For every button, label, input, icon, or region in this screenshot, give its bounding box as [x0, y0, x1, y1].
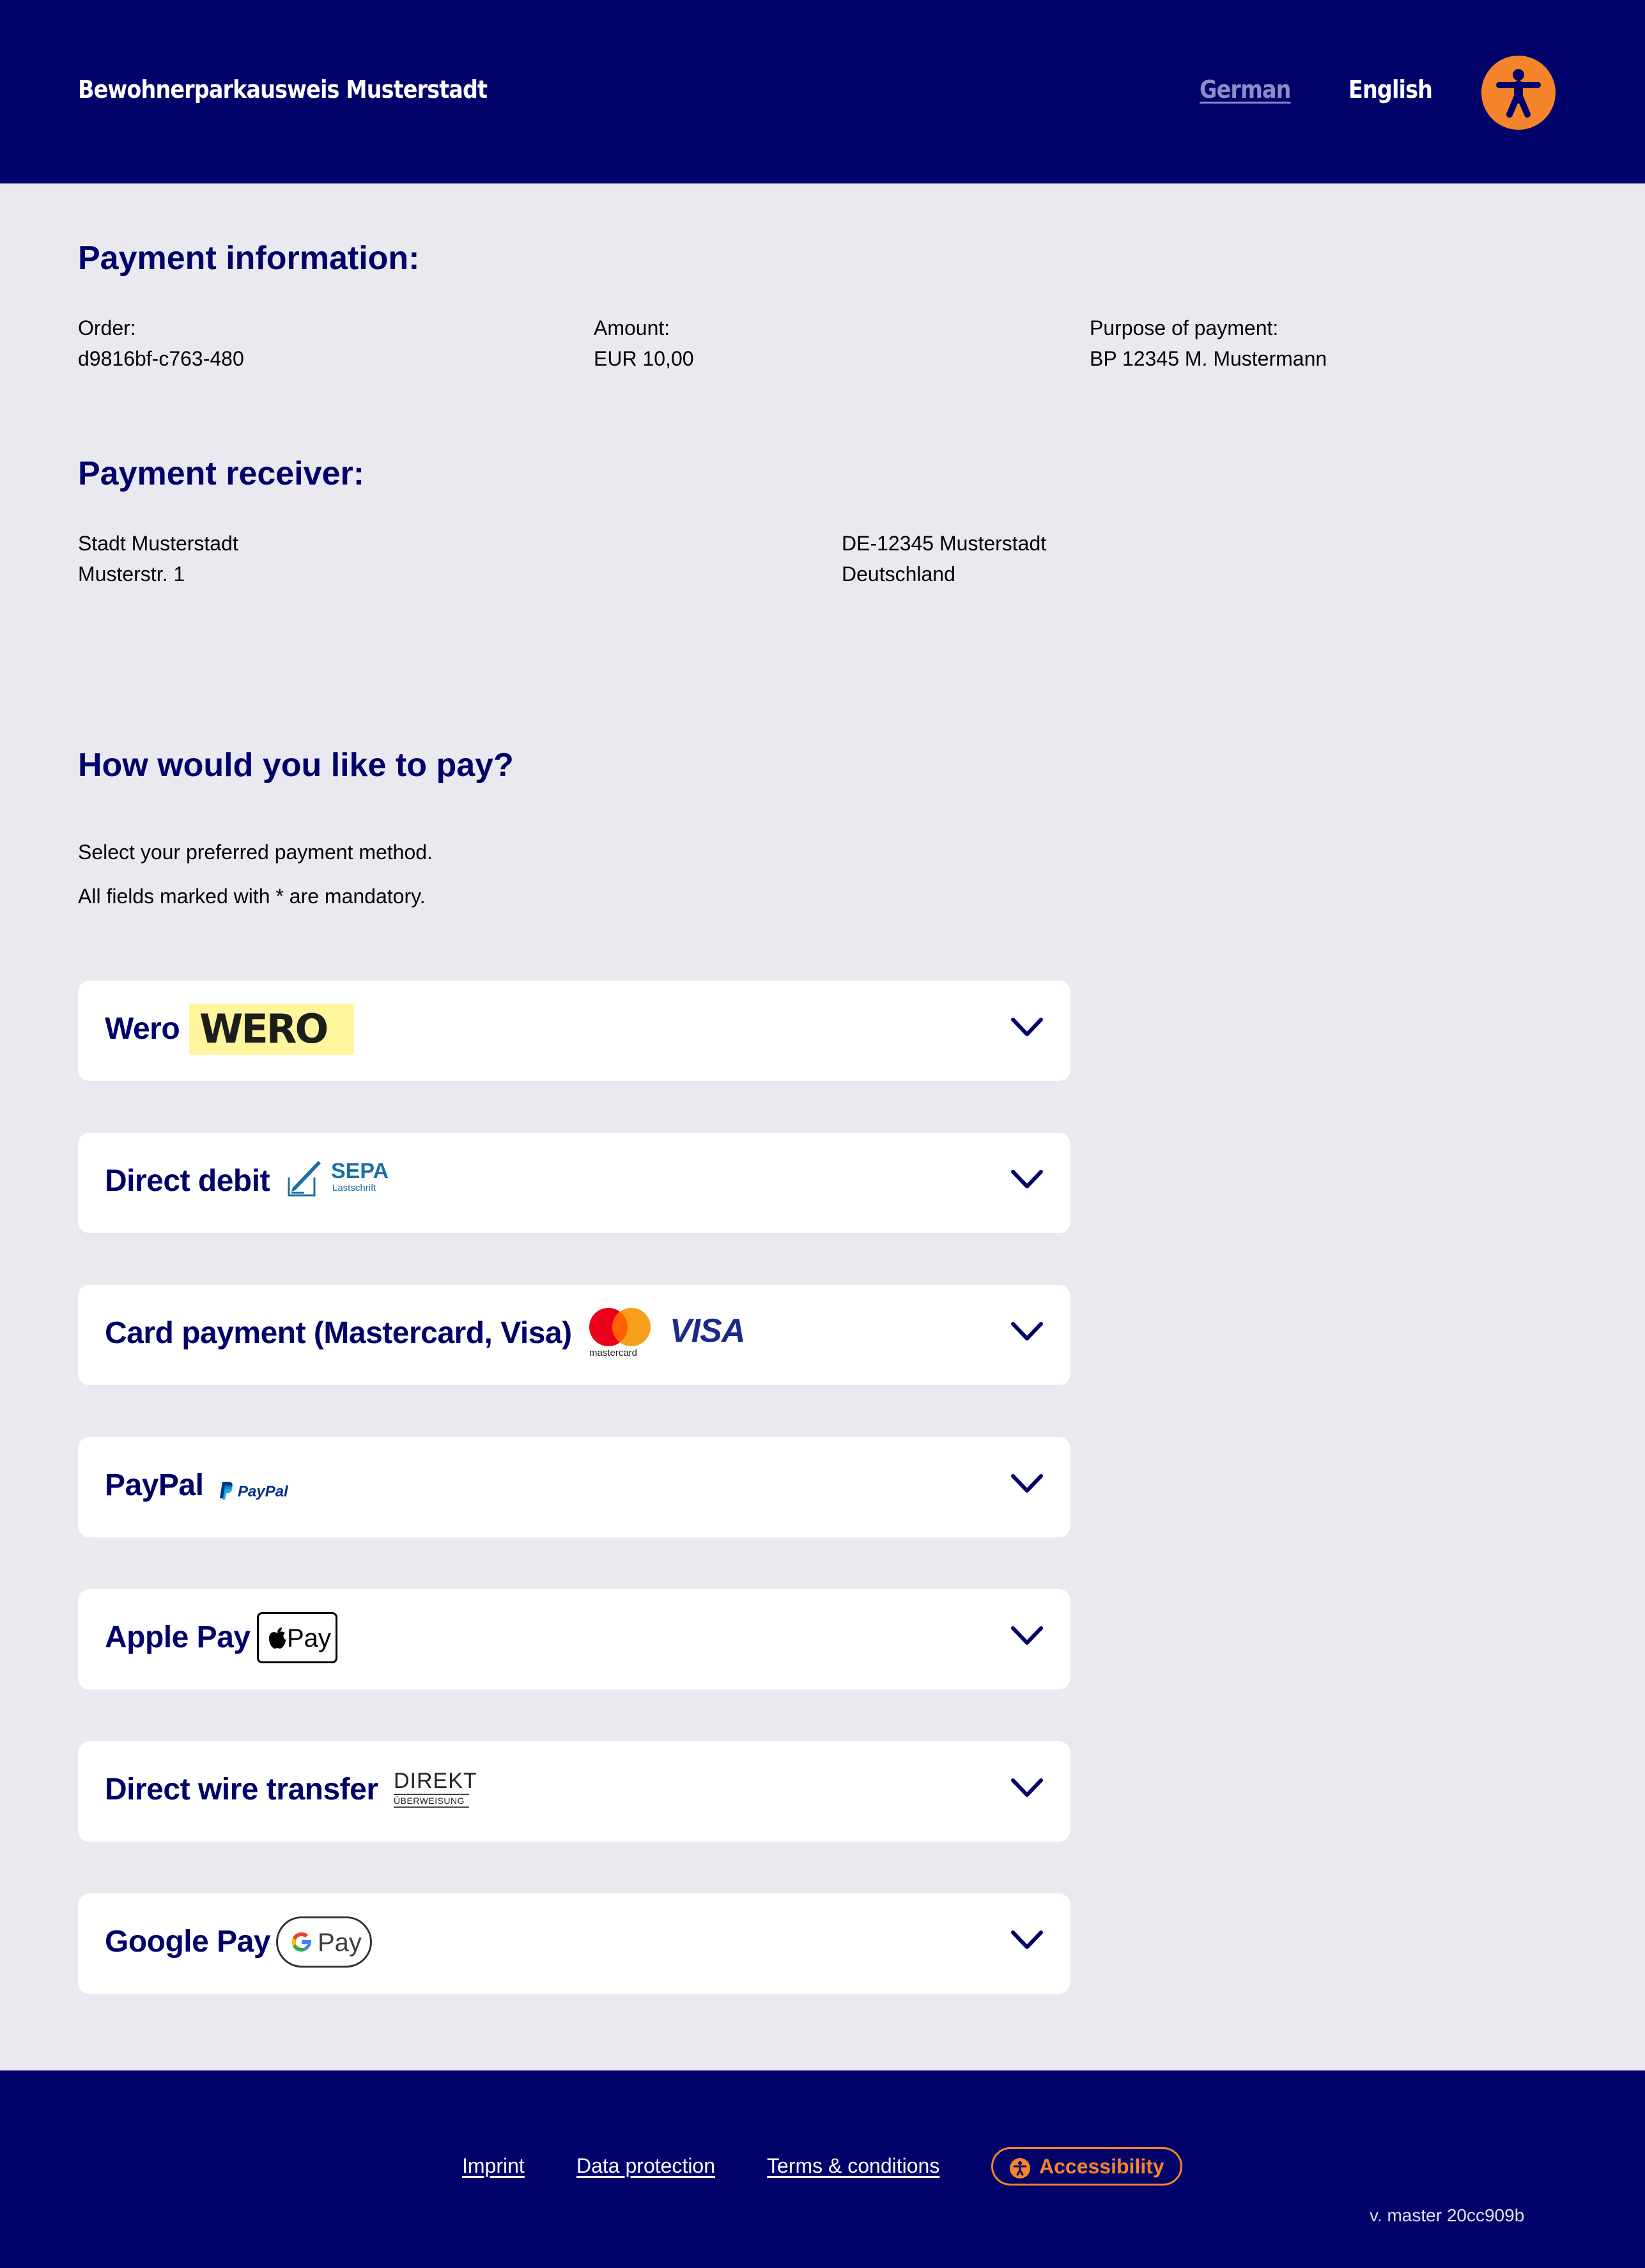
chevron-down-icon[interactable] [1010, 1929, 1044, 1951]
chevron-down-icon[interactable] [1010, 1625, 1044, 1647]
language-german-link[interactable]: German [1200, 75, 1291, 104]
apple-icon [269, 1627, 286, 1649]
wero-logo-text: WERO [199, 1006, 328, 1052]
paypal-logo: PayPal [219, 1480, 302, 1503]
payment-instruction: Select your preferred payment method. [78, 841, 433, 864]
payment-method-heading: How would you like to pay? [78, 747, 514, 784]
payment-option-direct-wire-transfer[interactable]: Direct wire transfer DIREKT ÜBERWEISUNG [78, 1741, 1070, 1842]
payment-option-label: Google Pay [105, 1925, 271, 1959]
accessibility-person-icon [1496, 69, 1541, 118]
order-label: Order: [78, 316, 136, 339]
wero-logo: WERO [189, 1004, 354, 1055]
payment-option-paypal[interactable]: PayPal PayPal [78, 1437, 1070, 1537]
purpose-label: Purpose of payment: [1090, 316, 1279, 339]
visa-logo: VISA [670, 1312, 745, 1349]
payment-option-card[interactable]: Card payment (Mastercard, Visa) masterca… [78, 1285, 1070, 1385]
apple-pay-logo: Pay [257, 1612, 337, 1663]
imprint-link[interactable]: Imprint [462, 2154, 525, 2178]
sepa-logo: SEPA Lastschrift [286, 1158, 389, 1199]
payment-option-label: Direct debit [105, 1164, 270, 1198]
accessibility-link-label: Accessibility [1039, 2155, 1164, 2178]
direkt-ueberweisung-logo: DIREKT ÜBERWEISUNG [394, 1769, 477, 1810]
page-header: Bewohnerparkausweis Musterstadt German E… [0, 0, 1645, 183]
accessibility-button[interactable] [1481, 56, 1556, 130]
payment-option-label: Wero [105, 1012, 180, 1046]
purpose-value: BP 12345 M. Mustermann [1090, 347, 1327, 370]
paypal-p-icon [220, 1482, 233, 1500]
payment-option-direct-debit[interactable]: Direct debit SEPA Lastschrift [78, 1133, 1070, 1233]
receiver-country: Deutschland [842, 563, 955, 586]
site-title[interactable]: Bewohnerparkausweis Musterstadt [78, 75, 488, 104]
mandatory-note: All fields marked with * are mandatory. [78, 885, 426, 908]
chevron-down-icon[interactable] [1010, 1169, 1044, 1190]
payment-option-wero[interactable]: Wero WERO [78, 981, 1070, 1081]
google-pay-logo: Pay [276, 1916, 372, 1968]
sepa-logo-text: SEPA [331, 1159, 389, 1183]
payment-information-heading: Payment information: [78, 240, 420, 277]
receiver-street: Musterstr. 1 [78, 563, 185, 586]
mastercard-logo: mastercard [587, 1307, 657, 1360]
amount-value: EUR 10,00 [594, 347, 694, 370]
language-english-link[interactable]: English [1348, 75, 1433, 104]
chevron-down-icon[interactable] [1010, 1016, 1044, 1038]
page-footer: Imprint Data protection Terms & conditio… [0, 2070, 1645, 2268]
payment-option-label: Card payment (Mastercard, Visa) [105, 1316, 572, 1350]
receiver-name: Stadt Musterstadt [78, 532, 238, 555]
payment-option-apple-pay[interactable]: Apple Pay Pay [78, 1589, 1070, 1689]
version-label: v. master 20cc909b [1370, 2205, 1525, 2225]
payment-option-google-pay[interactable]: Google Pay Pay [78, 1893, 1070, 1994]
payment-receiver-heading: Payment receiver: [78, 455, 365, 492]
chevron-down-icon[interactable] [1010, 1321, 1044, 1342]
google-g-icon [292, 1932, 311, 1952]
mastercard-logo-text: mastercard [589, 1348, 638, 1358]
payment-option-label: Direct wire transfer [105, 1773, 378, 1806]
sepa-logo-sub: Lastschrift [332, 1183, 376, 1193]
apple-pay-logo-text: Pay [287, 1624, 331, 1652]
google-pay-logo-text: Pay [318, 1929, 362, 1957]
chevron-down-icon[interactable] [1010, 1473, 1044, 1495]
paypal-logo-text: PayPal [238, 1483, 288, 1500]
terms-link[interactable]: Terms & conditions [767, 2154, 939, 2178]
sepa-pen-icon [288, 1161, 321, 1197]
chevron-down-icon[interactable] [1010, 1777, 1044, 1799]
amount-label: Amount: [594, 316, 670, 339]
accessibility-link[interactable]: Accessibility [991, 2147, 1182, 2186]
order-value: d9816bf-c763-480 [78, 347, 244, 370]
payment-option-label: PayPal [105, 1468, 204, 1502]
direkt-logo-sub: ÜBERWEISUNG [394, 1794, 469, 1808]
mastercard-circles-icon [589, 1308, 651, 1346]
accessibility-icon [1010, 2158, 1030, 2179]
data-protection-link[interactable]: Data protection [576, 2154, 715, 2178]
receiver-city: DE-12345 Musterstadt [842, 532, 1047, 555]
payment-option-label: Apple Pay [105, 1620, 251, 1654]
direkt-logo-text: DIREKT [394, 1769, 477, 1793]
